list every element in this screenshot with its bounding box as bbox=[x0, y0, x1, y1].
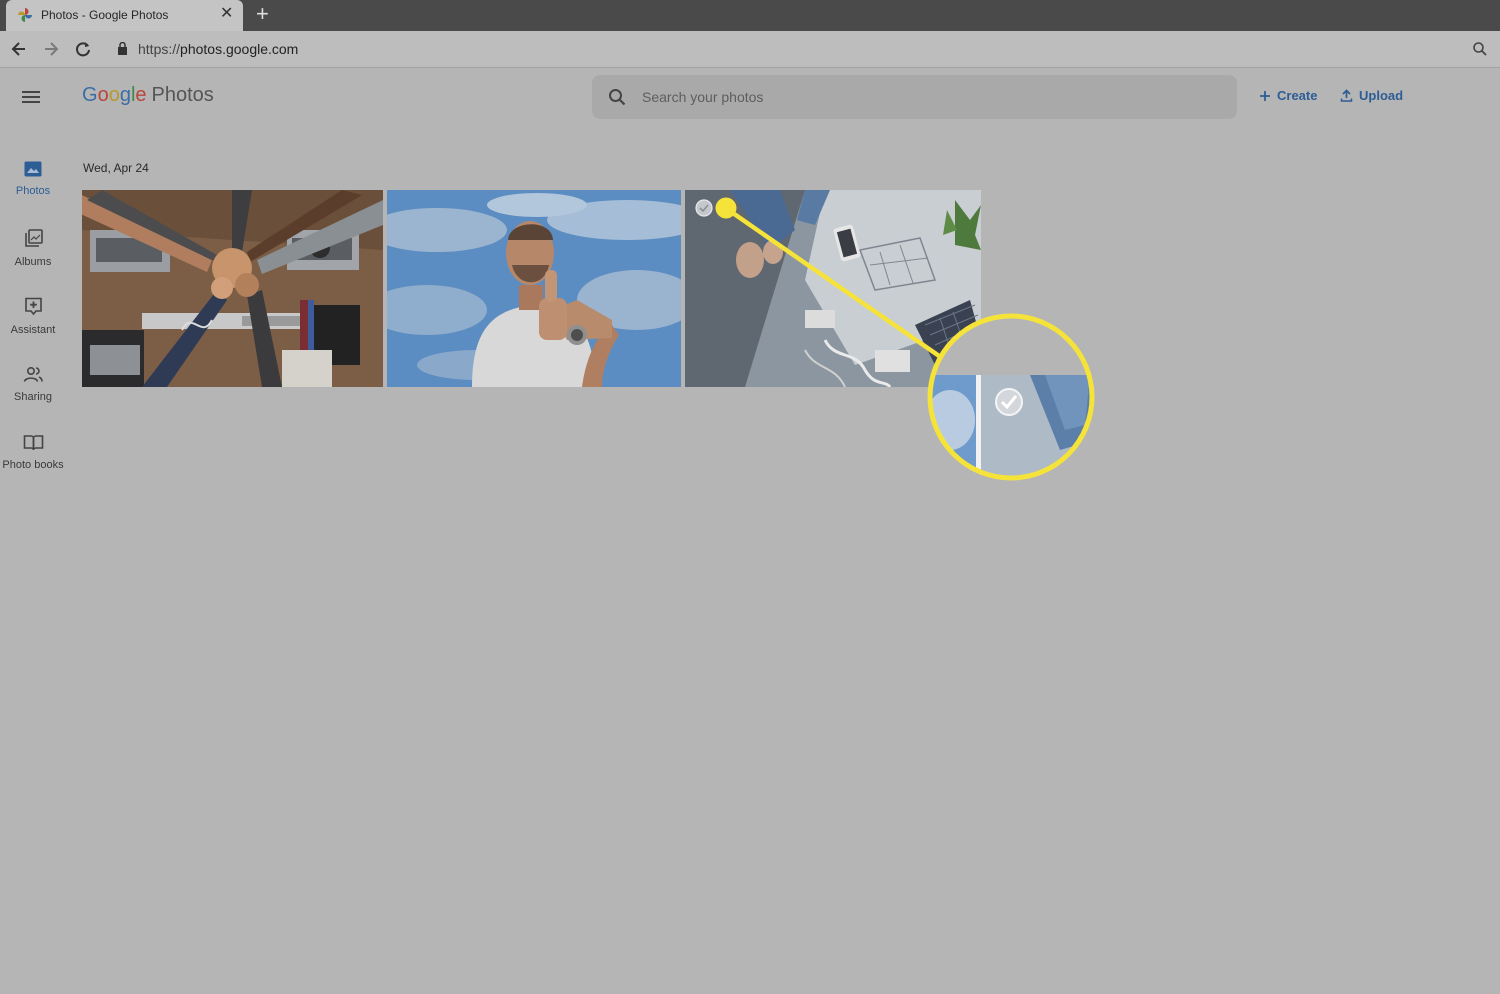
upload-icon bbox=[1340, 89, 1353, 102]
search-input[interactable] bbox=[642, 87, 1202, 107]
sidebar-item-assistant[interactable]: Assistant bbox=[0, 297, 66, 338]
assistant-icon bbox=[24, 297, 42, 316]
sidebar-item-sharing[interactable]: Sharing bbox=[0, 366, 66, 405]
browser-tab-strip: Photos - Google Photos ✕ + bbox=[0, 0, 1500, 31]
lock-icon[interactable] bbox=[117, 42, 128, 55]
select-photo-check-icon[interactable] bbox=[696, 200, 714, 218]
sidebar-item-photos[interactable]: Photos bbox=[0, 161, 66, 199]
desk-blueprints-photo bbox=[685, 190, 981, 387]
google-photos-logo[interactable]: Google Photos bbox=[82, 84, 214, 107]
photo-icon bbox=[24, 161, 42, 177]
upload-label: Upload bbox=[1359, 88, 1404, 103]
create-label: Create bbox=[1277, 88, 1318, 103]
url-protocol: https:// bbox=[138, 41, 181, 57]
team-hands-photo bbox=[82, 190, 383, 387]
url-host: photos.google.com bbox=[180, 41, 299, 57]
photo-thumbnail[interactable] bbox=[685, 190, 981, 387]
logo-product-name: Photos bbox=[151, 84, 214, 106]
sharing-icon bbox=[23, 366, 43, 382]
reload-icon[interactable] bbox=[73, 39, 93, 59]
back-arrow-icon[interactable] bbox=[9, 39, 29, 59]
tab-title: Photos - Google Photos bbox=[41, 8, 169, 22]
callout-annotation bbox=[715, 197, 1095, 481]
plus-icon bbox=[1260, 90, 1270, 101]
browser-tab[interactable]: Photos - Google Photos ✕ bbox=[6, 0, 243, 31]
forward-arrow-icon[interactable] bbox=[41, 39, 61, 59]
search-bar[interactable] bbox=[592, 75, 1237, 119]
close-icon[interactable]: ✕ bbox=[220, 6, 233, 22]
create-button[interactable]: Create bbox=[1259, 88, 1317, 103]
main-menu-icon[interactable] bbox=[21, 89, 41, 105]
man-thumbs-up-photo bbox=[387, 190, 681, 387]
photo-books-icon bbox=[23, 435, 43, 451]
search-icon[interactable] bbox=[608, 88, 626, 106]
address-bar-url[interactable]: https://photos.google.com bbox=[138, 41, 298, 57]
sidebar-item-photo-books[interactable]: Photo books bbox=[0, 434, 66, 473]
new-tab-icon[interactable]: + bbox=[256, 3, 269, 25]
photo-thumbnail[interactable] bbox=[82, 190, 383, 387]
date-group-label: Wed, Apr 24 bbox=[83, 161, 149, 175]
browser-toolbar: https://photos.google.com bbox=[0, 31, 1500, 68]
sidebar-item-albums[interactable]: Albums bbox=[0, 229, 66, 270]
google-photos-favicon bbox=[18, 8, 32, 22]
zoom-icon[interactable] bbox=[1472, 41, 1488, 57]
photo-thumbnail[interactable] bbox=[387, 190, 681, 387]
albums-icon bbox=[24, 229, 43, 247]
upload-button[interactable]: Upload bbox=[1340, 88, 1403, 103]
